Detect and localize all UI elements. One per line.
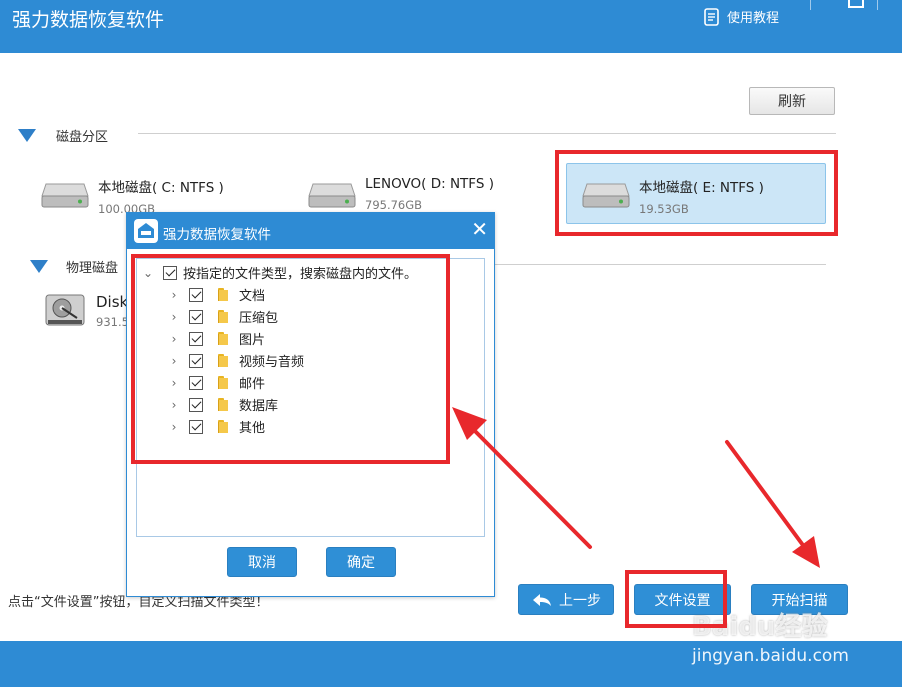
annotation-arrow-right	[725, 440, 820, 568]
annotation-arrows	[452, 407, 820, 568]
annotation-arrow-left	[452, 407, 592, 549]
